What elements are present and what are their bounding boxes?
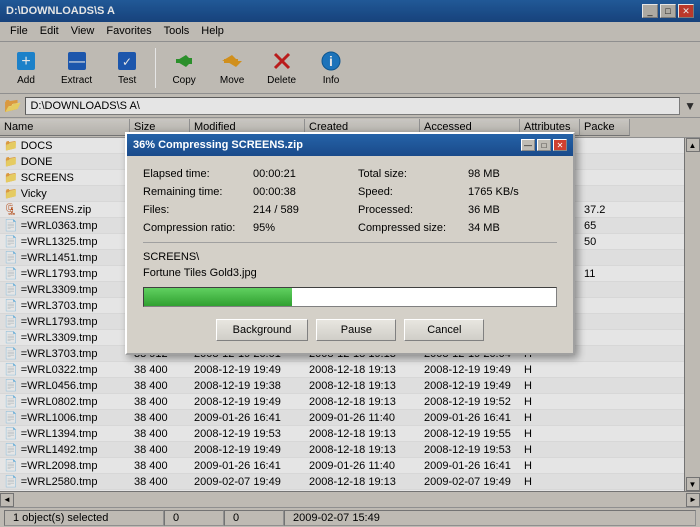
modal-filename: Fortune Tiles Gold3.jpg bbox=[143, 267, 557, 279]
progress-container bbox=[143, 287, 557, 307]
total-size-label: Total size: bbox=[358, 168, 468, 180]
files-label: Files: bbox=[143, 204, 253, 216]
files-value: 214 / 589 bbox=[253, 204, 342, 216]
speed-value: 1765 KB/s bbox=[468, 186, 557, 198]
background-button[interactable]: Background bbox=[216, 319, 309, 341]
elapsed-value: 00:00:21 bbox=[253, 168, 342, 180]
modal-path: SCREENS\ bbox=[143, 251, 557, 263]
modal-title: 36% Compressing SCREENS.zip bbox=[133, 139, 303, 151]
modal-body: Elapsed time: 00:00:21 Total size: 98 MB… bbox=[127, 156, 573, 353]
modal-buttons: Background Pause Cancel bbox=[143, 319, 557, 341]
processed-label: Processed: bbox=[358, 204, 468, 216]
compressed-label: Compressed size: bbox=[358, 222, 468, 234]
elapsed-label: Elapsed time: bbox=[143, 168, 253, 180]
modal-title-bar: 36% Compressing SCREENS.zip — □ ✕ bbox=[127, 134, 573, 156]
modal-minimize-button[interactable]: — bbox=[521, 139, 535, 151]
modal-close-button[interactable]: ✕ bbox=[553, 139, 567, 151]
total-size-value: 98 MB bbox=[468, 168, 557, 180]
remaining-value: 00:00:38 bbox=[253, 186, 342, 198]
compression-value: 95% bbox=[253, 222, 342, 234]
modal-controls: — □ ✕ bbox=[521, 139, 567, 151]
cancel-button[interactable]: Cancel bbox=[404, 319, 484, 341]
speed-label: Speed: bbox=[358, 186, 468, 198]
remaining-label: Remaining time: bbox=[143, 186, 253, 198]
modal-divider bbox=[143, 242, 557, 243]
processed-value: 36 MB bbox=[468, 204, 557, 216]
compressed-value: 34 MB bbox=[468, 222, 557, 234]
pause-button[interactable]: Pause bbox=[316, 319, 396, 341]
compression-label: Compression ratio: bbox=[143, 222, 253, 234]
progress-bar bbox=[144, 288, 292, 306]
compress-dialog: 36% Compressing SCREENS.zip — □ ✕ Elapse… bbox=[125, 132, 575, 355]
modal-maximize-button[interactable]: □ bbox=[537, 139, 551, 151]
modal-overlay: 36% Compressing SCREENS.zip — □ ✕ Elapse… bbox=[0, 0, 700, 527]
